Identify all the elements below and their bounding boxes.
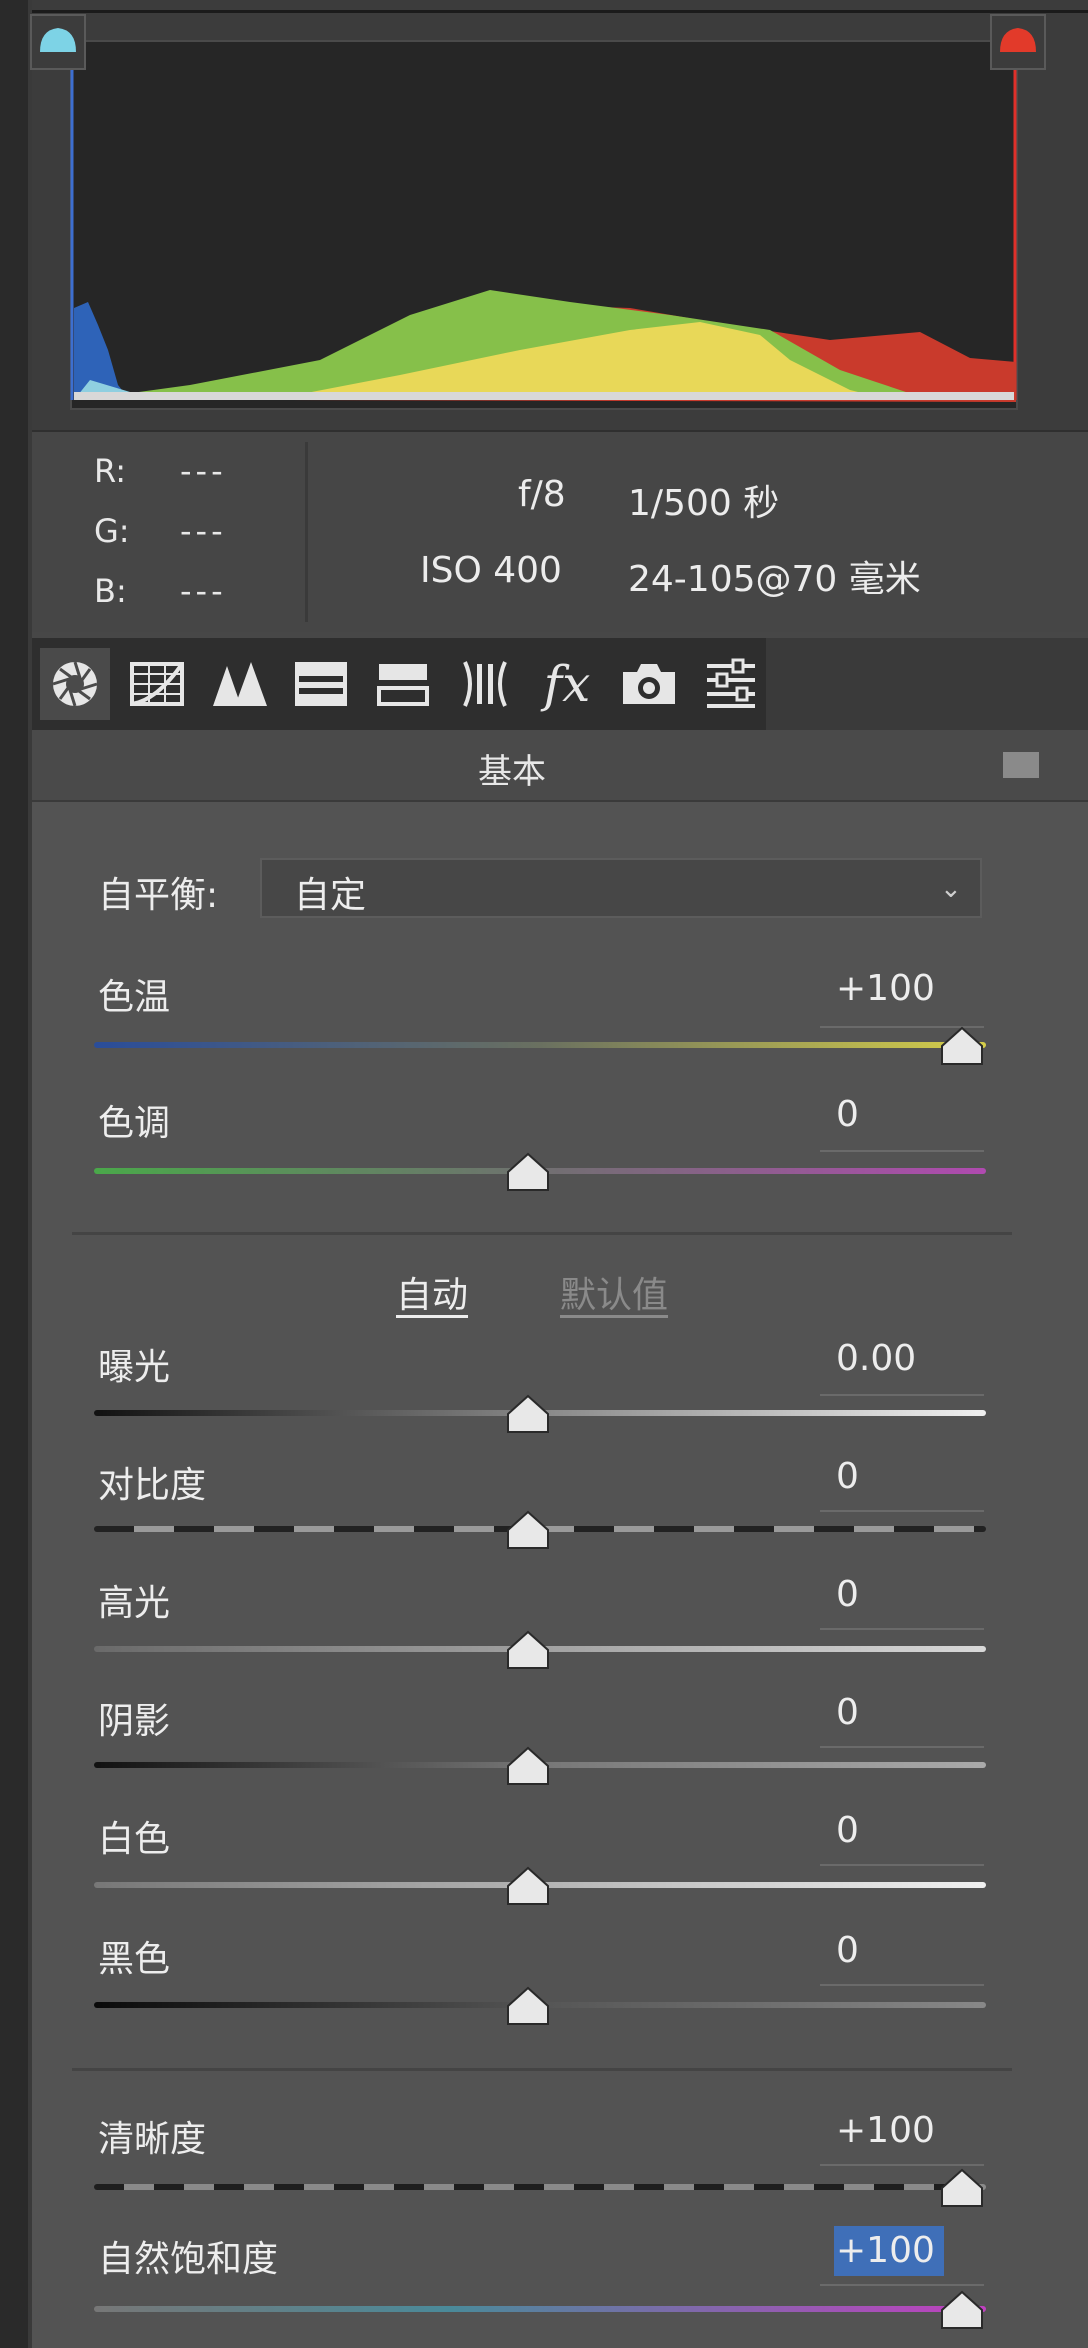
shadows-value[interactable]: 0 xyxy=(836,1692,859,1733)
section-divider-2 xyxy=(72,2068,1012,2071)
temp-slider-thumb[interactable] xyxy=(938,1026,986,1066)
temp-value[interactable]: +100 xyxy=(836,968,935,1009)
clarity-label: 清晰度 xyxy=(98,2119,207,2160)
r-label: R: xyxy=(94,452,127,490)
hsl-icon xyxy=(295,662,347,706)
vibrance-slider-thumb[interactable] xyxy=(938,2290,986,2330)
whites-label: 白色 xyxy=(98,1819,171,1860)
tone-curve-icon xyxy=(130,662,184,706)
aperture-readout: f/8 xyxy=(518,474,566,515)
temp-label: 色温 xyxy=(98,977,171,1018)
b-value: --- xyxy=(180,572,227,610)
exposure-value[interactable]: 0.00 xyxy=(836,1338,916,1379)
histogram-graph xyxy=(70,70,1017,402)
highlights-label: 高光 xyxy=(98,1583,171,1624)
tab-effects[interactable]: fx xyxy=(532,648,602,720)
chevron-down-icon: ⌄ xyxy=(940,874,962,904)
vibrance-value-underline xyxy=(820,2284,984,2286)
shutter-readout: 1/500 秒 xyxy=(628,483,780,524)
tab-hsl[interactable] xyxy=(286,648,356,720)
tab-bar-filler xyxy=(766,638,1088,730)
exposure-label: 曝光 xyxy=(98,1347,171,1388)
temp-slider-track[interactable] xyxy=(94,1042,986,1048)
contrast-value[interactable]: 0 xyxy=(836,1456,859,1497)
tab-tone-curve[interactable] xyxy=(122,648,192,720)
white-balance-label: 自平衡: xyxy=(98,875,219,916)
tab-basic[interactable] xyxy=(40,648,110,720)
shadow-clipping-toggle[interactable] xyxy=(30,14,86,70)
shadows-slider-thumb[interactable] xyxy=(504,1746,552,1786)
info-separator xyxy=(305,442,308,622)
shadows-value-underline xyxy=(820,1746,984,1748)
fx-icon: fx xyxy=(543,655,591,713)
default-button[interactable]: 默认值 xyxy=(560,1266,668,1318)
whites-slider-thumb[interactable] xyxy=(504,1866,552,1906)
exposure-value-underline xyxy=(820,1394,984,1396)
lens-readout: 24-105@70 毫米 xyxy=(628,559,921,600)
whites-value-underline xyxy=(820,1864,984,1866)
highlight-clipping-icon xyxy=(1000,28,1036,52)
contrast-label: 对比度 xyxy=(98,1465,207,1506)
blacks-slider-thumb[interactable] xyxy=(504,1986,552,2026)
section-title: 基本 xyxy=(478,752,546,792)
auto-button[interactable]: 自动 xyxy=(396,1266,468,1318)
highlights-value-underline xyxy=(820,1628,984,1630)
clarity-slider-thumb[interactable] xyxy=(938,2168,986,2208)
detail-icon xyxy=(213,662,267,706)
clarity-value[interactable]: +100 xyxy=(836,2110,935,2151)
highlight-clipping-toggle[interactable] xyxy=(990,14,1046,70)
vibrance-label: 自然饱和度 xyxy=(98,2239,279,2280)
shadows-label: 阴影 xyxy=(98,1701,171,1742)
vibrance-slider-track[interactable] xyxy=(94,2306,986,2312)
histogram-top-border xyxy=(32,10,1088,13)
white-balance-select[interactable] xyxy=(260,858,982,918)
highlights-slider-thumb[interactable] xyxy=(504,1630,552,1670)
clarity-slider-track[interactable] xyxy=(94,2184,986,2190)
sliders-icon xyxy=(707,658,755,708)
tab-presets[interactable] xyxy=(696,648,766,720)
lens-icon xyxy=(463,661,507,707)
g-value: --- xyxy=(180,512,227,550)
contrast-slider-thumb[interactable] xyxy=(504,1510,552,1550)
tint-label: 色调 xyxy=(98,1103,171,1144)
tint-value[interactable]: 0 xyxy=(836,1094,859,1135)
contrast-value-underline xyxy=(820,1510,984,1512)
blacks-value[interactable]: 0 xyxy=(836,1930,859,1971)
section-divider xyxy=(72,1232,1012,1235)
g-label: G: xyxy=(94,512,130,550)
tint-value-underline xyxy=(820,1150,984,1152)
aperture-icon xyxy=(52,661,98,707)
tab-split-toning[interactable] xyxy=(368,648,438,720)
blacks-label: 黑色 xyxy=(98,1939,171,1980)
tab-camera-calibration[interactable] xyxy=(614,648,684,720)
clarity-value-underline xyxy=(820,2164,984,2166)
tab-detail[interactable] xyxy=(204,648,274,720)
white-balance-value: 自定 xyxy=(294,875,367,916)
tab-lens-corrections[interactable] xyxy=(450,648,520,720)
exposure-slider-thumb[interactable] xyxy=(504,1394,552,1434)
tint-slider-thumb[interactable] xyxy=(504,1152,552,1192)
split-toning-icon xyxy=(377,664,429,706)
whites-value[interactable]: 0 xyxy=(836,1810,859,1851)
camera-icon xyxy=(623,664,675,704)
r-value: --- xyxy=(180,452,227,490)
iso-readout: ISO 400 xyxy=(420,550,562,591)
blacks-value-underline xyxy=(820,1984,984,1986)
vibrance-value[interactable]: +100 xyxy=(836,2230,935,2271)
panel-menu-icon[interactable] xyxy=(1003,752,1039,778)
highlights-value[interactable]: 0 xyxy=(836,1574,859,1615)
b-label: B: xyxy=(94,572,127,610)
left-edge xyxy=(0,0,28,2348)
shadow-clipping-icon xyxy=(40,28,76,52)
